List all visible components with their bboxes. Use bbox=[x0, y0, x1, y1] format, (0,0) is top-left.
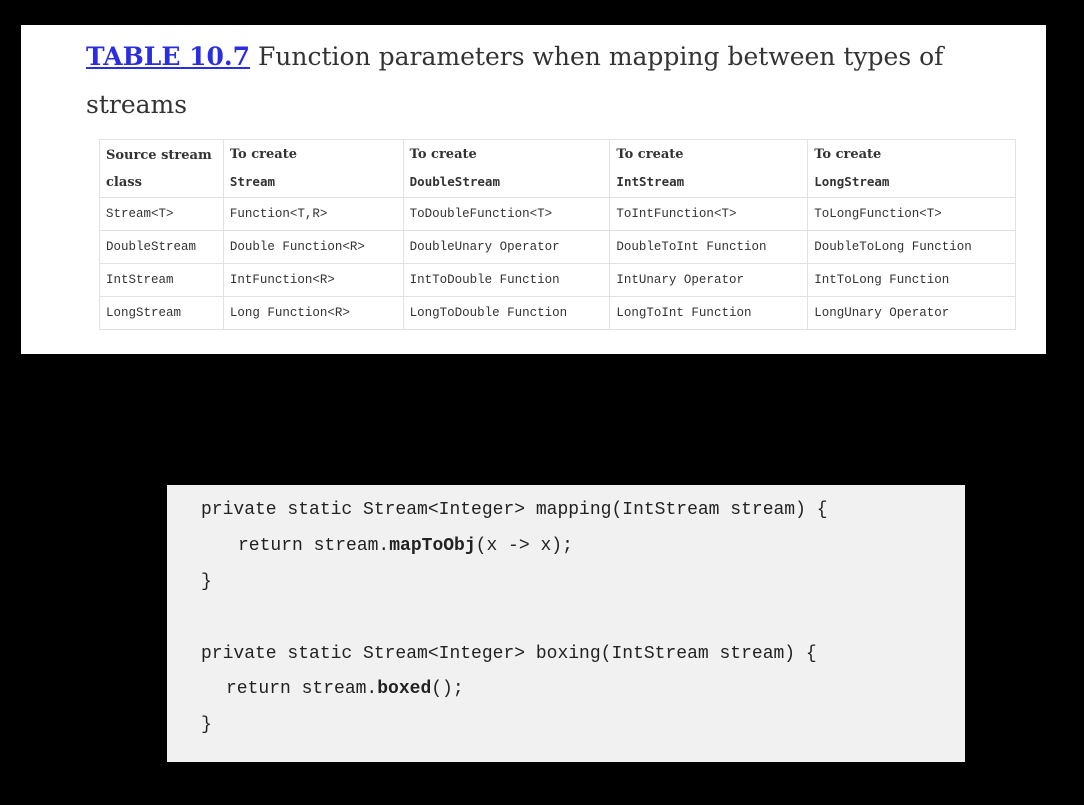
table-cell: IntToDouble Function bbox=[402, 263, 611, 297]
code-line: return stream.boxed(); bbox=[226, 679, 464, 699]
header-to-stream: To create Stream bbox=[222, 139, 404, 198]
table-header-row: Source stream class To create Stream To cr… bbox=[99, 139, 1016, 198]
table-cell: LongToDouble Function bbox=[402, 296, 611, 330]
code-line: private static Stream<Integer> boxing(In… bbox=[201, 644, 817, 664]
code-line: return stream.mapToObj(x -> x); bbox=[238, 536, 573, 556]
header-to-longstream: To create LongStream bbox=[807, 139, 1016, 198]
table-cell: DoubleUnary Operator bbox=[402, 230, 611, 264]
table-cell: Double Function<R> bbox=[222, 230, 404, 264]
table-caption: TABLE 10.7 Function parameters when mapp… bbox=[86, 33, 986, 129]
table-cell: DoubleToInt Function bbox=[609, 230, 809, 264]
stream-mapping-table: Source stream class To create Stream To cr… bbox=[99, 139, 1016, 330]
header-to-intstream: To create IntStream bbox=[609, 139, 809, 198]
table-cell: LongStream bbox=[99, 296, 224, 330]
table-cell: ToIntFunction<T> bbox=[609, 197, 809, 231]
code-snippet-panel: private static Stream<Integer> mapping(I… bbox=[167, 485, 965, 762]
code-line: } bbox=[201, 572, 212, 592]
table-row: DoubleStream Double Function<R> DoubleUn… bbox=[99, 230, 1016, 264]
table-cell: LongUnary Operator bbox=[807, 296, 1016, 330]
table-cell: ToLongFunction<T> bbox=[807, 197, 1016, 231]
table-cell: DoubleStream bbox=[99, 230, 224, 264]
table-cell: IntFunction<R> bbox=[222, 263, 404, 297]
table-cell: IntStream bbox=[99, 263, 224, 297]
table-cell: LongToInt Function bbox=[609, 296, 809, 330]
book-table-panel: TABLE 10.7 Function parameters when mapp… bbox=[21, 25, 1046, 354]
table-row: IntStream IntFunction<R> IntToDouble Fun… bbox=[99, 263, 1016, 297]
table-cell: Long Function<R> bbox=[222, 296, 404, 330]
table-cell: DoubleToLong Function bbox=[807, 230, 1016, 264]
code-method-highlight: mapToObj bbox=[389, 536, 476, 556]
header-to-doublestream: To create DoubleStream bbox=[402, 139, 611, 198]
table-reference-link[interactable]: TABLE 10.7 bbox=[86, 42, 250, 71]
code-method-highlight: boxed bbox=[377, 679, 432, 699]
code-line: private static Stream<Integer> mapping(I… bbox=[201, 500, 828, 520]
table-cell: IntUnary Operator bbox=[609, 263, 809, 297]
table-cell: IntToLong Function bbox=[807, 263, 1016, 297]
header-source-class: Source stream class bbox=[99, 139, 224, 198]
table-row: LongStream Long Function<R> LongToDouble… bbox=[99, 296, 1016, 330]
table-cell: Function<T,R> bbox=[222, 197, 404, 231]
table-cell: Stream<T> bbox=[99, 197, 224, 231]
table-cell: ToDoubleFunction<T> bbox=[402, 197, 611, 231]
table-row: Stream<T> Function<T,R> ToDoubleFunction… bbox=[99, 197, 1016, 231]
code-line: } bbox=[201, 715, 212, 735]
